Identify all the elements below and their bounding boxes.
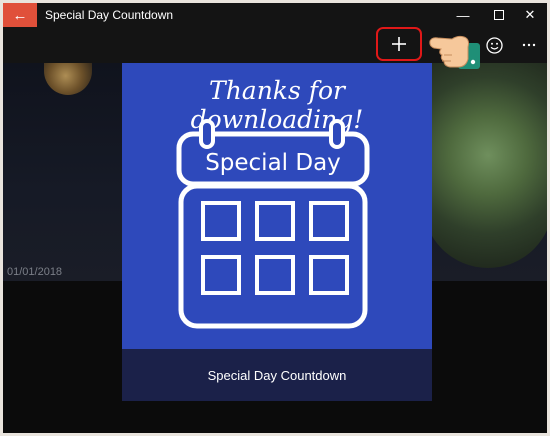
balloon-image xyxy=(423,63,547,268)
close-icon: ✕ xyxy=(524,7,536,22)
dialog-footer[interactable]: Special Day Countdown xyxy=(122,349,432,401)
calendar-label: Special Day xyxy=(205,150,341,176)
maximize-icon xyxy=(494,10,504,20)
more-button[interactable] xyxy=(508,31,547,59)
app-window: ← Special Day Countdown — ✕ 01/01/2018 T… xyxy=(3,3,547,433)
more-icon xyxy=(522,43,536,47)
balloon-image xyxy=(44,63,92,95)
plus-icon xyxy=(392,37,406,51)
calendar-icon: Special Day xyxy=(176,119,370,329)
dialog-footer-text: Special Day Countdown xyxy=(207,367,347,383)
back-button[interactable]: ← xyxy=(3,3,37,27)
minimize-button[interactable]: — xyxy=(446,3,480,27)
add-button[interactable] xyxy=(376,27,422,61)
maximize-button[interactable] xyxy=(482,3,516,27)
event-date: 01/01/2018 xyxy=(7,266,63,278)
pointing-hand-icon xyxy=(429,35,480,69)
welcome-dialog: Thanks for downloading! Special Day Spec… xyxy=(122,63,432,401)
arrow-left-icon: ← xyxy=(12,6,28,24)
smiley-icon xyxy=(485,36,503,54)
minimize-icon: — xyxy=(456,7,470,23)
app-title: Special Day Countdown xyxy=(45,8,174,22)
close-button[interactable]: ✕ xyxy=(513,3,547,27)
title-bar: ← Special Day Countdown — ✕ xyxy=(3,3,547,27)
